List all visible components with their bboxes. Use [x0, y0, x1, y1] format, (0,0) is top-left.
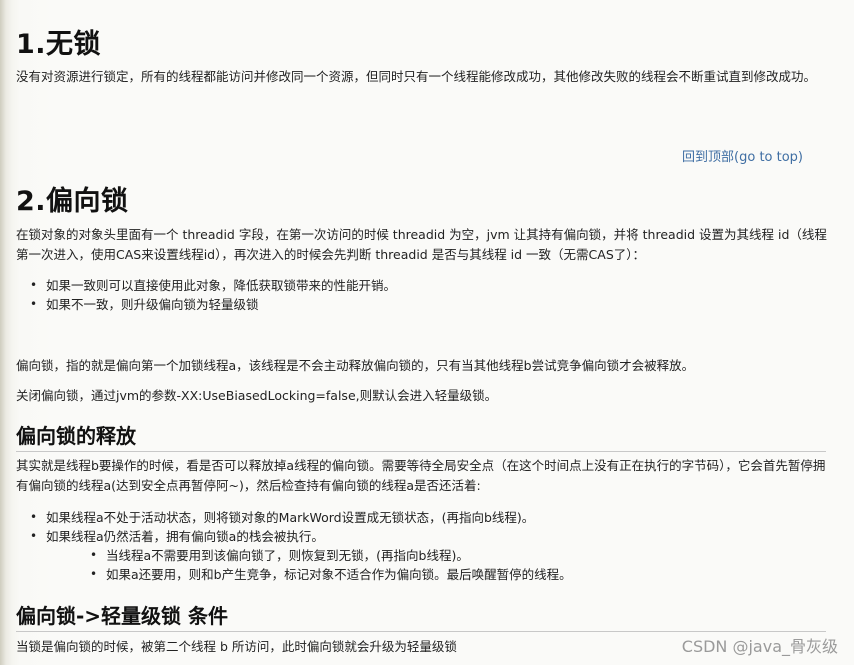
list-item: 如果a还要用，则和b产生竞争，标记对象不适合作为偏向锁。最后唤醒暂停的线程。 [46, 565, 572, 584]
paragraph-biased-release: 其实就是线程b要操作的时候，看是否可以释放掉a线程的偏向锁。需要等待全局安全点（… [16, 458, 826, 493]
sub-bullet-list: 当线程a不需要用到该偏向锁了，则恢复到无锁，(再指向b线程)。 如果a还要用，则… [46, 546, 572, 584]
section-heading-upgrade-condition: 偏向锁->轻量级锁 条件 [16, 600, 826, 632]
bullet-list-biased: 如果一致则可以直接使用此对象，降低获取锁带来的性能开销。 如果不一致，则升级偏向… [16, 276, 396, 314]
list-item: 如果线程a不处于活动状态，则将锁对象的MarkWord设置成无锁状态，(再指向b… [16, 508, 572, 527]
list-item: 如果一致则可以直接使用此对象，降低获取锁带来的性能开销。 [16, 276, 396, 295]
paragraph-disable-biased: 关闭偏向锁，通过jvm的参数-XX:UseBiasedLocking=false… [16, 388, 498, 403]
go-to-top-link[interactable]: 回到顶部(go to top) [682, 146, 803, 165]
section-paragraph-biased: 在锁对象的对象头里面有一个 threadid 字段，在第一次访问的时候 thre… [16, 227, 827, 262]
list-item: 当线程a不需要用到该偏向锁了，则恢复到无锁，(再指向b线程)。 [46, 546, 572, 565]
section-heading-biased-release: 偏向锁的释放 [16, 420, 826, 452]
section-title-biased: 2.偏向锁 [16, 186, 129, 217]
list-item: 如果不一致，则升级偏向锁为轻量级锁 [16, 295, 396, 314]
csdn-watermark: CSDN @java_骨灰级 [681, 637, 838, 656]
list-item-text: 如果线程a仍然活着，拥有偏向锁a的栈会被执行。 [46, 529, 324, 544]
section-paragraph-lockfree: 没有对资源进行锁定，所有的线程都能访问并修改同一个资源，但同时只有一个线程能修改… [16, 69, 817, 84]
section-title-lockfree: 1.无锁 [16, 29, 102, 60]
article-page: 1.无锁 没有对资源进行锁定，所有的线程都能访问并修改同一个资源，但同时只有一个… [0, 0, 854, 665]
list-item: 如果线程a仍然活着，拥有偏向锁a的栈会被执行。 当线程a不需要用到该偏向锁了，则… [16, 527, 572, 584]
bullet-list-release: 如果线程a不处于活动状态，则将锁对象的MarkWord设置成无锁状态，(再指向b… [16, 508, 572, 584]
paragraph-biased-definition: 偏向锁，指的就是偏向第一个加锁线程a，该线程是不会主动释放偏向锁的，只有当其他线… [16, 358, 695, 373]
